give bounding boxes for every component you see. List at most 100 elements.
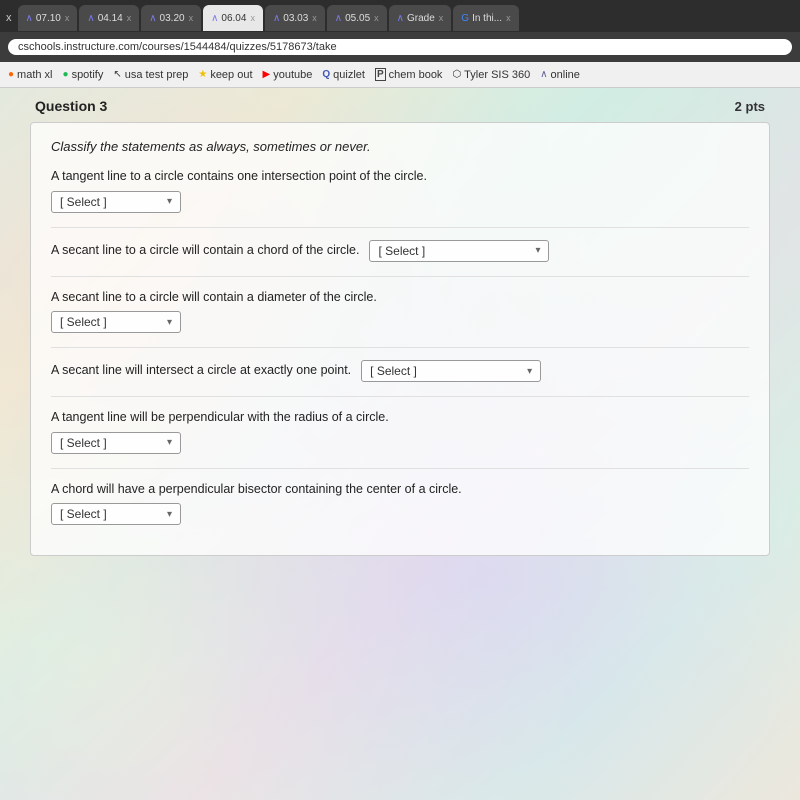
tab-07[interactable]: ∧ 07.10 x	[18, 5, 78, 31]
tab-label-07: 07.10	[36, 13, 61, 24]
tylersis-icon: ⬡	[452, 69, 461, 80]
question-title: Question 3	[35, 98, 107, 114]
chevron-down-icon-1: ▾	[167, 196, 172, 207]
chembook-icon: P	[375, 68, 386, 81]
tab-label-grade: Grade	[407, 13, 435, 24]
divider-2	[51, 276, 749, 277]
chevron-down-icon-3: ▾	[167, 317, 172, 328]
statement-text-6: A chord will have a perpendicular bisect…	[51, 481, 749, 499]
tab-icon-grade: ∧	[397, 13, 404, 24]
tab-close-g[interactable]: x	[506, 13, 511, 23]
tab-close-03b[interactable]: x	[312, 13, 317, 23]
chevron-down-icon-2: ▾	[535, 245, 540, 256]
tab-icon-03b: ∧	[273, 13, 280, 24]
tab-icon-06: ∧	[211, 13, 218, 24]
statement-text-4: A secant line will intersect a circle at…	[51, 362, 351, 380]
statement-row-6: A chord will have a perpendicular bisect…	[51, 481, 749, 526]
question-instruction: Classify the statements as always, somet…	[51, 139, 749, 154]
online-icon: ∧	[540, 69, 547, 80]
bookmark-mathxl[interactable]: ● math xl	[8, 69, 53, 81]
question-box: Classify the statements as always, somet…	[30, 122, 770, 556]
bookmark-online[interactable]: ∧ online	[540, 69, 580, 81]
points-badge: 2 pts	[735, 99, 765, 114]
question-header: Question 3 2 pts	[30, 98, 770, 114]
address-bar[interactable]: cschools.instructure.com/courses/1544484…	[8, 39, 792, 55]
tab-icon-03a: ∧	[149, 13, 156, 24]
tab-icon-07: ∧	[26, 13, 33, 24]
bookmark-label-keepout: keep out	[210, 69, 252, 81]
address-text: cschools.instructure.com/courses/1544484…	[18, 41, 337, 53]
statement-text-3: A secant line to a circle will contain a…	[51, 289, 749, 307]
select-label-2: [ Select ]	[378, 244, 425, 258]
tab-close-03a[interactable]: x	[189, 13, 194, 23]
divider-1	[51, 227, 749, 228]
select-dropdown-2[interactable]: [ Select ] ▾	[369, 240, 549, 262]
tab-05[interactable]: ∧ 05.05 x	[327, 5, 387, 31]
statement-text-2: A secant line to a circle will contain a…	[51, 242, 359, 260]
divider-3	[51, 347, 749, 348]
close-tab-x[interactable]: x	[0, 12, 18, 24]
select-label-3: [ Select ]	[60, 315, 107, 329]
bookmark-chembook[interactable]: P chem book	[375, 68, 442, 81]
statement-inline-2: A secant line to a circle will contain a…	[51, 240, 749, 262]
tab-label-04a: 04.14	[98, 13, 123, 24]
main-content: Question 3 2 pts Classify the statements…	[0, 88, 800, 800]
tab-close-04a[interactable]: x	[127, 13, 132, 23]
chevron-down-icon-6: ▾	[167, 509, 172, 520]
chevron-down-icon-4: ▾	[527, 366, 532, 377]
youtube-icon: ▶	[263, 69, 271, 80]
tab-g[interactable]: G In thi... x	[453, 5, 518, 31]
tab-grade[interactable]: ∧ Grade x	[389, 5, 452, 31]
bookmark-tylersis[interactable]: ⬡ Tyler SIS 360	[452, 69, 530, 81]
statement-row-5: A tangent line will be perpendicular wit…	[51, 409, 749, 454]
select-dropdown-1[interactable]: [ Select ] ▾	[51, 191, 181, 213]
tab-03a[interactable]: ∧ 03.20 x	[141, 5, 201, 31]
select-label-1: [ Select ]	[60, 195, 107, 209]
tab-06[interactable]: ∧ 06.04 x	[203, 5, 263, 31]
statement-text-1: A tangent line to a circle contains one …	[51, 168, 749, 186]
divider-5	[51, 468, 749, 469]
bookmark-label-spotify: spotify	[72, 69, 104, 81]
mathxl-icon: ●	[8, 69, 14, 80]
bookmark-label-chembook: chem book	[389, 69, 443, 81]
bookmark-label-tylersis: Tyler SIS 360	[464, 69, 530, 81]
bookmark-keepout[interactable]: ★ keep out	[198, 69, 252, 81]
statement-row-2: A secant line to a circle will contain a…	[51, 240, 749, 262]
bookmark-quizlet[interactable]: Q quizlet	[322, 69, 365, 81]
tab-label-g: In thi...	[472, 13, 502, 24]
bookmark-label-online: online	[551, 69, 580, 81]
bookmark-label-usa: usa test prep	[125, 69, 189, 81]
tab-04a[interactable]: ∧ 04.14 x	[79, 5, 139, 31]
select-dropdown-4[interactable]: [ Select ] ▾	[361, 360, 541, 382]
tab-close-07[interactable]: x	[65, 13, 70, 23]
tab-close-grade[interactable]: x	[439, 13, 444, 23]
tab-label-03a: 03.20	[160, 13, 185, 24]
statement-row-1: A tangent line to a circle contains one …	[51, 168, 749, 213]
bookmark-label-quizlet: quizlet	[333, 69, 365, 81]
tab-close-06[interactable]: x	[250, 13, 255, 23]
chevron-down-icon-5: ▾	[167, 437, 172, 448]
tab-label-05: 05.05	[345, 13, 370, 24]
select-label-4: [ Select ]	[370, 364, 417, 378]
quiz-container: Question 3 2 pts Classify the statements…	[30, 88, 770, 566]
cursor-icon: ↖	[113, 69, 121, 80]
bookmark-label-mathxl: math xl	[17, 69, 52, 81]
address-bar-row: cschools.instructure.com/courses/1544484…	[0, 32, 800, 62]
statement-text-5: A tangent line will be perpendicular wit…	[51, 409, 749, 427]
statement-inline-4: A secant line will intersect a circle at…	[51, 360, 749, 382]
tab-icon-05: ∧	[335, 13, 342, 24]
statement-row-4: A secant line will intersect a circle at…	[51, 360, 749, 382]
tab-close-05[interactable]: x	[374, 13, 379, 23]
tab-icon-04a: ∧	[87, 13, 94, 24]
bookmark-spotify[interactable]: ● spotify	[63, 69, 104, 81]
bookmarks-bar: ● math xl ● spotify ↖ usa test prep ★ ke…	[0, 62, 800, 88]
bookmark-usatestprep[interactable]: ↖ usa test prep	[113, 69, 188, 81]
select-dropdown-3[interactable]: [ Select ] ▾	[51, 311, 181, 333]
spotify-icon: ●	[63, 69, 69, 80]
bookmark-youtube[interactable]: ▶ youtube	[263, 69, 313, 81]
select-label-6: [ Select ]	[60, 507, 107, 521]
select-dropdown-6[interactable]: [ Select ] ▾	[51, 503, 181, 525]
star-icon: ★	[198, 69, 207, 80]
select-dropdown-5[interactable]: [ Select ] ▾	[51, 432, 181, 454]
tab-03b[interactable]: ∧ 03.03 x	[265, 5, 325, 31]
